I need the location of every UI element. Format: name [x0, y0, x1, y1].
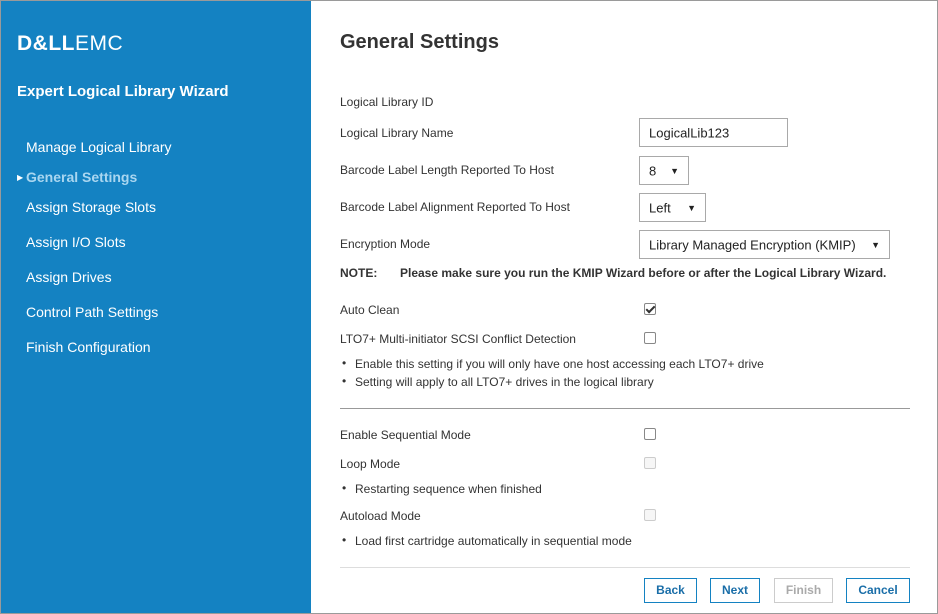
kmip-note: NOTE: Please make sure you run the KMIP …	[340, 266, 886, 280]
library-id-label: Logical Library ID	[340, 95, 434, 109]
loop-mode-checkbox	[644, 457, 656, 469]
main-panel: General Settings Logical Library ID Logi…	[312, 1, 937, 613]
note-message: Please make sure you run the KMIP Wizard…	[400, 266, 887, 280]
wizard-title: Expert Logical Library Wizard	[17, 83, 229, 100]
library-name-value: LogicalLib123	[649, 125, 730, 140]
sidebar-item-assign-storage-slots[interactable]: Assign Storage Slots	[26, 199, 156, 215]
dell-emc-logo: D&LLEMC	[17, 32, 123, 56]
sidebar-item-assign-drives[interactable]: Assign Drives	[26, 269, 112, 285]
bullet-text: Load first cartridge automatically in se…	[355, 534, 632, 548]
encryption-mode-select[interactable]: Library Managed Encryption (KMIP) ▼	[639, 230, 890, 259]
library-name-input[interactable]: LogicalLib123	[639, 118, 788, 147]
library-name-label: Logical Library Name	[340, 126, 454, 140]
auto-clean-label: Auto Clean	[340, 303, 400, 317]
sidebar-item-assign-io-slots[interactable]: Assign I/O Slots	[26, 234, 126, 250]
lto7-conflict-checkbox[interactable]	[644, 332, 656, 344]
barcode-length-value: 8	[649, 163, 657, 178]
wizard-window: D&LLEMC Expert Logical Library Wizard ▶ …	[0, 0, 938, 614]
bullet-text: Setting will apply to all LTO7+ drives i…	[355, 375, 654, 389]
barcode-length-label: Barcode Label Length Reported To Host	[340, 163, 554, 177]
page-title: General Settings	[340, 31, 499, 53]
sidebar-item-control-path-settings[interactable]: Control Path Settings	[26, 304, 158, 320]
next-button[interactable]: Next	[710, 578, 760, 603]
sidebar-item-finish-configuration[interactable]: Finish Configuration	[26, 339, 151, 355]
note-label: NOTE:	[340, 266, 378, 280]
barcode-alignment-label: Barcode Label Alignment Reported To Host	[340, 200, 570, 214]
back-button[interactable]: Back	[644, 578, 697, 603]
footer-divider	[340, 567, 910, 568]
cancel-button[interactable]: Cancel	[846, 578, 910, 603]
logo-light-text: EMC	[75, 32, 124, 55]
logo-bold-text: D&LL	[17, 32, 75, 55]
bullet-icon: •	[342, 481, 347, 495]
barcode-alignment-select[interactable]: Left ▼	[639, 193, 706, 222]
lto7-conflict-label: LTO7+ Multi-initiator SCSI Conflict Dete…	[340, 332, 576, 346]
section-divider	[340, 408, 910, 409]
sidebar: D&LLEMC Expert Logical Library Wizard ▶ …	[1, 1, 311, 613]
sidebar-item-general-settings[interactable]: General Settings	[26, 169, 137, 185]
bullet-text: Enable this setting if you will only hav…	[355, 357, 764, 371]
auto-clean-checkbox[interactable]	[644, 303, 656, 315]
bullet-icon: •	[342, 356, 347, 370]
chevron-down-icon: ▼	[687, 202, 696, 213]
sequential-mode-checkbox[interactable]	[644, 428, 656, 440]
barcode-length-select[interactable]: 8 ▼	[639, 156, 689, 185]
sequential-mode-label: Enable Sequential Mode	[340, 428, 471, 442]
chevron-down-icon: ▼	[670, 165, 679, 176]
autoload-mode-label: Autoload Mode	[340, 509, 421, 523]
chevron-down-icon: ▼	[871, 239, 880, 250]
encryption-mode-label: Encryption Mode	[340, 237, 431, 251]
finish-button: Finish	[774, 578, 833, 603]
encryption-mode-value: Library Managed Encryption (KMIP)	[649, 237, 856, 252]
bullet-icon: •	[342, 374, 347, 388]
active-arrow-icon: ▶	[17, 173, 24, 182]
bullet-icon: •	[342, 533, 347, 547]
bullet-text: Restarting sequence when finished	[355, 482, 542, 496]
loop-mode-label: Loop Mode	[340, 457, 401, 471]
sidebar-item-manage-logical-library[interactable]: Manage Logical Library	[26, 139, 172, 155]
barcode-alignment-value: Left	[649, 200, 671, 215]
autoload-mode-checkbox	[644, 509, 656, 521]
